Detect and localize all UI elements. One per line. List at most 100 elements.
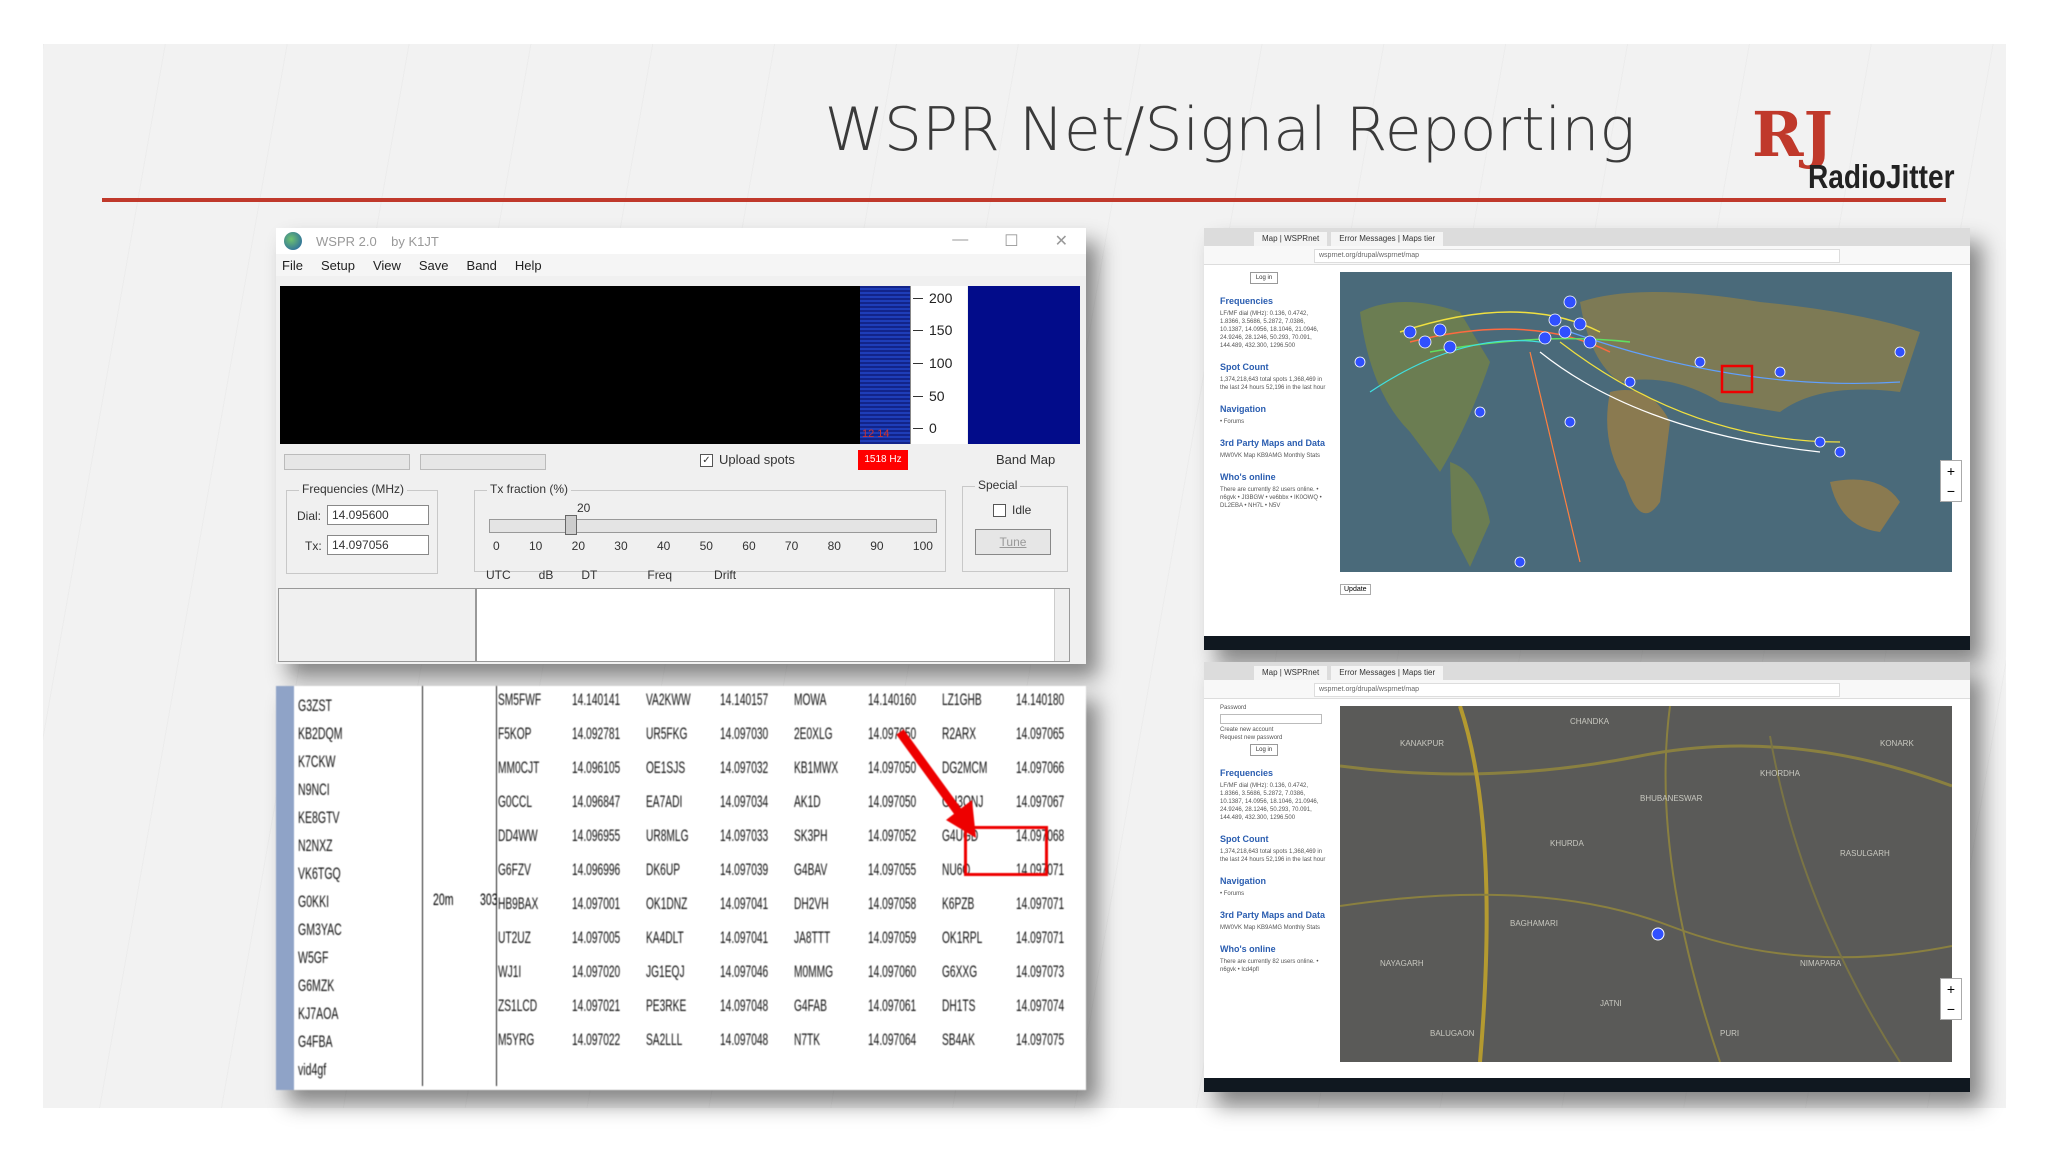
upload-spots-checkbox[interactable]: ✓ (700, 454, 713, 468)
menu-file[interactable]: File (282, 258, 303, 273)
tab-error-messages[interactable]: Error Messages | Maps tier (1331, 666, 1444, 680)
map-place-label: BHUBANESWAR (1640, 794, 1703, 803)
table-cell: DH1TS (942, 996, 976, 1015)
wspr-window-screenshot: WSPR 2.0 by K1JT — ☐ ✕ File Setup View S… (276, 228, 1086, 664)
band-map-label[interactable]: Band Map (996, 452, 1055, 467)
table-cell: 14.097059 (868, 928, 917, 947)
scale-label: 100 (929, 355, 953, 371)
map-place-label: KHORDHA (1760, 769, 1801, 778)
login-button[interactable]: Log in (1250, 744, 1278, 756)
url-field[interactable]: wsprnet.org/drupal/wsprnet/map (1314, 683, 1840, 697)
sidebar-text: 1,374,218,643 total spots 1,368,469 in t… (1220, 377, 1326, 391)
table-cell: VA2KWW (646, 690, 691, 709)
sidebar-text[interactable]: • Forums (1220, 890, 1326, 898)
sidebar-text[interactable]: • Forums (1220, 418, 1326, 426)
table-cell: SK3PH (794, 826, 828, 845)
tab-map[interactable]: Map | WSPRnet (1254, 232, 1328, 246)
table-cell: 14.097046 (720, 962, 769, 981)
table-cell: SB4AK (942, 1030, 975, 1049)
map-zoom-control[interactable]: + − (1940, 460, 1962, 502)
table-cell: 14.097034 (720, 792, 769, 811)
tab-error-messages[interactable]: Error Messages | Maps tier (1331, 232, 1444, 246)
contrast-slider[interactable] (420, 454, 546, 470)
idle-label: Idle (1012, 503, 1032, 517)
sidebar-text[interactable]: MW0VK Map KB9AMG Monthly Stats (1220, 924, 1326, 932)
window-controls: — ☐ ✕ (952, 231, 1086, 251)
table-row: SM5FWF 14.140141 VA2KWW 14.140157 MOWA 14.140… (498, 690, 1086, 718)
table-cell: 14.097032 (720, 758, 769, 777)
table-cell: M0MMG (794, 962, 834, 981)
tx-frequency-field[interactable]: 14.097056 (327, 535, 429, 555)
list-item: KJ7AOA (298, 1004, 339, 1023)
table-left-strip (276, 686, 294, 1090)
maximize-icon[interactable]: ☐ (1004, 231, 1018, 251)
password-field[interactable] (1220, 714, 1322, 724)
menu-view[interactable]: View (373, 258, 401, 273)
table-cell: LZ1GHB (942, 690, 982, 709)
list-item: KE8GTV (298, 808, 340, 827)
list-item: K7CKW (298, 752, 336, 771)
tick-label: 40 (656, 539, 671, 553)
table-cell: 14.097060 (868, 962, 917, 981)
table-cell: G6FZV (498, 860, 531, 879)
table-row: HB9BAX 14.097001 OK1DNZ 14.097041 DH2VH 14.09… (498, 894, 1086, 922)
list-item: KB2DQM (298, 724, 343, 743)
table-cell: 14.092781 (572, 724, 621, 743)
menu-save[interactable]: Save (419, 258, 449, 273)
login-button[interactable]: Log in (1250, 272, 1278, 284)
tab-map[interactable]: Map | WSPRnet (1254, 666, 1328, 680)
table-cell: 14.097001 (572, 894, 621, 913)
sidebar-text: LF/MF dial (MHz): 0.136, 0.4742, 1.8366,… (1220, 311, 1319, 349)
column-freq: Freq (647, 568, 673, 582)
minimize-icon[interactable]: — (952, 231, 968, 251)
decode-scrollbar[interactable] (1054, 589, 1069, 661)
tune-button[interactable]: Tune (975, 529, 1051, 555)
table-cell: PE3RKE (646, 996, 687, 1015)
map-place-label: RASULGARH (1840, 849, 1890, 858)
create-account-link[interactable]: Create new account (1220, 726, 1326, 734)
table-cell: 14.097075 (1016, 1030, 1065, 1049)
upload-spots-option[interactable]: ✓ Upload spots (700, 452, 795, 468)
tx-fraction-thumb[interactable] (565, 515, 577, 535)
table-cell: 14.140157 (720, 690, 769, 709)
table-cell: 14.097039 (720, 860, 769, 879)
close-icon[interactable]: ✕ (1055, 231, 1068, 251)
request-password-link[interactable]: Request new password (1220, 734, 1326, 742)
menu-setup[interactable]: Setup (321, 258, 355, 273)
table-cell: G0CCL (498, 792, 533, 811)
tx-fraction-legend: Tx fraction (%) (487, 482, 572, 496)
table-cell: 14.097055 (868, 860, 917, 879)
table-cell: 14.097041 (720, 928, 769, 947)
sidebar-heading: Frequencies (1220, 296, 1274, 306)
menu-band[interactable]: Band (467, 258, 497, 273)
map-place-label: KANAKPUR (1400, 739, 1444, 748)
globe-icon (284, 232, 302, 250)
table-cell: WJ1I (498, 962, 522, 981)
world-propagation-map[interactable] (1340, 272, 1952, 572)
brightness-slider[interactable] (284, 454, 410, 470)
map-place-label: KONARK (1880, 739, 1914, 748)
map-place-label: NIMAPARA (1800, 959, 1842, 968)
url-field[interactable]: wsprnet.org/drupal/wsprnet/map (1314, 249, 1840, 263)
update-button[interactable]: Update (1340, 584, 1371, 595)
sidebar-heading: Spot Count (1220, 362, 1269, 372)
idle-checkbox[interactable] (993, 504, 1006, 518)
idle-option[interactable]: Idle (993, 503, 1032, 518)
callsign-list: G3ZST KB2DQM K7CKW N9NCI KE8GTV N2NXZ VK… (298, 696, 370, 1088)
menu-help[interactable]: Help (515, 258, 542, 273)
list-item: W5GF (298, 948, 329, 967)
list-item: GM3YAC (298, 920, 342, 939)
sidebar-text: There are currently 82 users online. • n… (1220, 959, 1319, 973)
decode-text-area[interactable] (476, 588, 1070, 662)
band-cell: 20m (433, 890, 454, 909)
zoomed-street-map[interactable]: CHANDKA KANAKPUR BHUBANESWAR KHORDHA KHURDA B… (1340, 706, 1952, 1062)
sidebar-text[interactable]: MW0VK Map KB9AMG Monthly Stats (1220, 452, 1326, 460)
dial-frequency-field[interactable]: 14.095600 (327, 505, 429, 525)
map-zoom-control[interactable]: + − (1940, 978, 1962, 1020)
tx-fraction-track[interactable] (489, 519, 937, 533)
title-underline (102, 198, 1946, 202)
table-cell: MM0CJT (498, 758, 540, 777)
wsprnet-sidebar: Log in Frequencies LF/MF dial (MHz): 0.1… (1220, 270, 1326, 510)
table-cell: 14.140141 (572, 690, 621, 709)
list-item: N9NCI (298, 780, 330, 799)
